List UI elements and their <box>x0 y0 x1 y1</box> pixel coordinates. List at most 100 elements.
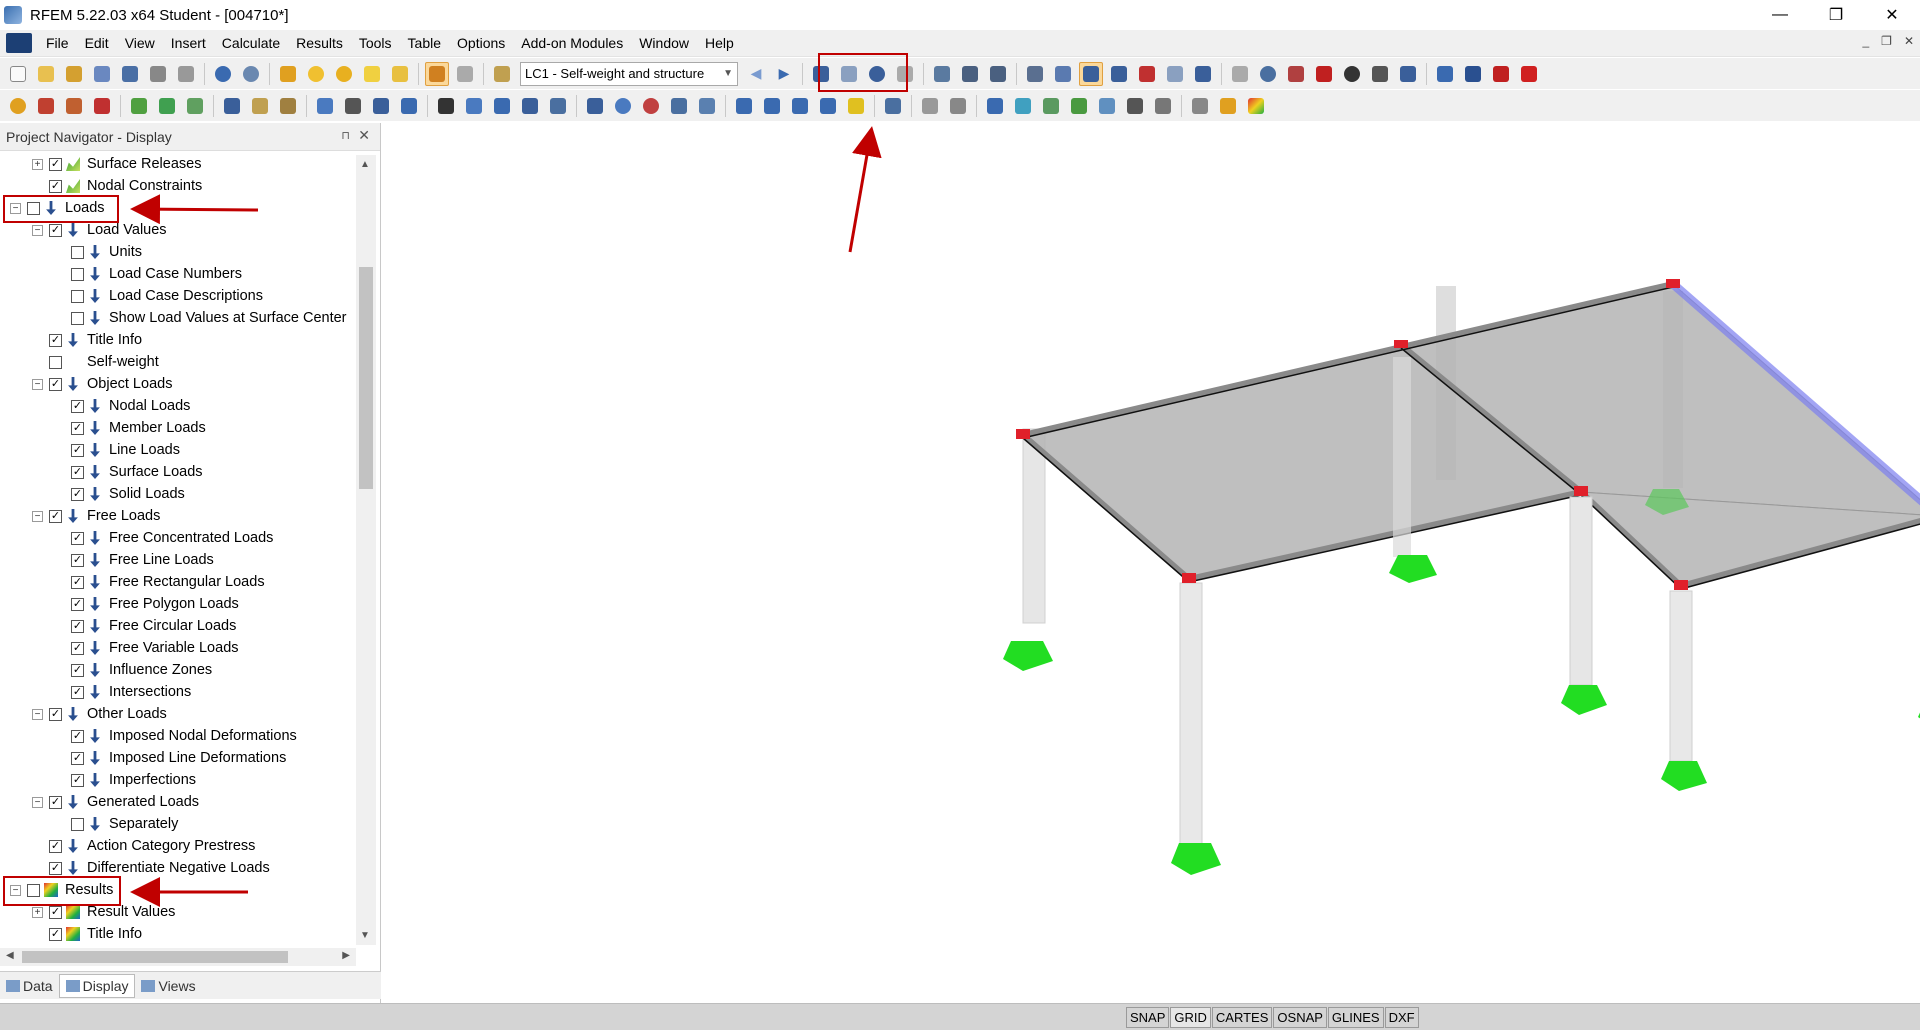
solid-model-icon[interactable] <box>946 94 970 118</box>
tree-item[interactable]: ✓ Imposed Line Deformations <box>54 747 286 769</box>
cross-section-icon[interactable] <box>313 94 337 118</box>
save-icon[interactable] <box>118 62 142 86</box>
select-icon[interactable] <box>360 62 384 86</box>
tree-checkbox[interactable]: ✓ <box>71 751 84 765</box>
member-display-icon[interactable] <box>1067 94 1091 118</box>
member-load-icon[interactable] <box>248 94 272 118</box>
view-3d-icon[interactable] <box>667 94 691 118</box>
tree-item[interactable]: ✓ Free Polygon Loads <box>54 593 239 615</box>
menu-edit[interactable]: Edit <box>77 35 117 51</box>
tree-checkbox[interactable]: ✓ <box>49 157 62 171</box>
tree-item[interactable]: ✓ Member Loads <box>54 417 206 439</box>
line-wireframe-icon[interactable] <box>918 94 942 118</box>
view-x-icon[interactable] <box>732 94 756 118</box>
tree-checkbox[interactable]: ✓ <box>49 509 62 523</box>
menu-file[interactable]: File <box>38 35 77 51</box>
color-scale-icon[interactable] <box>1244 94 1268 118</box>
scrollbar-thumb[interactable] <box>359 267 373 489</box>
status-osnap-button[interactable]: OSNAP <box>1273 1007 1327 1028</box>
copy-icon[interactable] <box>462 94 486 118</box>
collapse-icon[interactable]: − <box>32 796 43 808</box>
zoom-all-icon[interactable] <box>583 94 607 118</box>
tree-checkbox[interactable]: ✓ <box>71 729 84 743</box>
rfem-logo-icon[interactable] <box>6 33 32 53</box>
grid-view-icon[interactable] <box>1151 94 1175 118</box>
close-icon[interactable]: ✕ <box>358 127 370 144</box>
scrollbar-thumb[interactable] <box>22 951 288 963</box>
scroll-right-icon[interactable]: ▶ <box>342 950 350 961</box>
next-load-case-icon[interactable]: ▶ <box>772 62 796 86</box>
tree-item[interactable]: ✓ Free Rectangular Loads <box>54 571 265 593</box>
collapse-icon[interactable]: − <box>32 510 43 522</box>
tree-item[interactable]: ✓ Intersections <box>54 681 191 703</box>
pdf-icon[interactable] <box>1517 62 1541 86</box>
open-model-icon[interactable] <box>62 62 86 86</box>
tree-item[interactable]: ✓ Imperfections <box>54 769 196 791</box>
tree-item[interactable]: ✓ Nodal Loads <box>54 395 190 417</box>
tree-item[interactable]: ✓ Free Circular Loads <box>54 615 236 637</box>
ruler-icon[interactable] <box>844 94 868 118</box>
menu-insert[interactable]: Insert <box>163 35 214 51</box>
open-file-icon[interactable] <box>34 62 58 86</box>
block-manager-icon[interactable] <box>90 62 114 86</box>
rotate-icon[interactable] <box>1256 62 1280 86</box>
collapse-icon[interactable]: − <box>32 708 43 720</box>
tree-item[interactable]: ✓ Solid Loads <box>54 483 185 505</box>
zoom-icon[interactable] <box>639 94 663 118</box>
scale-icon[interactable] <box>518 94 542 118</box>
redo-icon[interactable] <box>239 62 263 86</box>
tree-item[interactable]: Show Load Values at Surface Center <box>54 307 347 329</box>
menu-view[interactable]: View <box>117 35 163 51</box>
collapse-icon[interactable]: − <box>32 378 43 390</box>
tree-item[interactable]: ✓ Line Loads <box>54 439 180 461</box>
tree-item[interactable]: ✓ Imposed Nodal Deformations <box>54 725 297 747</box>
section-icon[interactable] <box>1135 62 1159 86</box>
tree-checkbox[interactable]: ✓ <box>49 707 62 721</box>
status-snap-button[interactable]: SNAP <box>1126 1007 1170 1028</box>
tree-item[interactable]: ✓ Free Concentrated Loads <box>54 527 273 549</box>
tree-item[interactable]: ✓ Action Category Prestress <box>32 835 255 857</box>
tree-item[interactable]: ✓ Nodal Constraints <box>32 175 202 197</box>
tree-item[interactable]: + ✓ Surface Releases <box>32 155 201 175</box>
tree-checkbox[interactable]: ✓ <box>71 531 84 545</box>
undo-icon[interactable] <box>211 62 235 86</box>
tree-checkbox[interactable]: ✓ <box>71 399 84 413</box>
tree-checkbox[interactable]: ✓ <box>71 663 84 677</box>
tree-checkbox[interactable]: ✓ <box>71 619 84 633</box>
member-icon[interactable] <box>62 94 86 118</box>
view-y-icon[interactable] <box>760 94 784 118</box>
tree-checkbox[interactable]: ✓ <box>71 773 84 787</box>
tree-checkbox[interactable]: ✓ <box>71 465 84 479</box>
support-icon[interactable] <box>90 94 114 118</box>
tree-item[interactable]: − ✓ Other Loads <box>32 703 167 725</box>
link-icon[interactable] <box>1228 62 1252 86</box>
tree-checkbox[interactable]: ✓ <box>71 575 84 589</box>
tree-item[interactable]: Separately <box>54 813 178 835</box>
member-results-icon[interactable] <box>958 62 982 86</box>
tree-checkbox[interactable]: ✓ <box>71 641 84 655</box>
tree-item[interactable]: Self-weight <box>32 351 159 373</box>
mdi-restore-button[interactable]: ❐ <box>1881 34 1892 48</box>
surface-support-icon[interactable] <box>155 94 179 118</box>
tree-item[interactable]: ✓ Influence Zones <box>54 659 212 681</box>
tree-checkbox[interactable] <box>71 289 84 303</box>
import-icon[interactable] <box>1461 62 1485 86</box>
tree-checkbox[interactable]: ✓ <box>49 795 62 809</box>
material-icon[interactable] <box>341 94 365 118</box>
view-cube-icon[interactable] <box>397 94 421 118</box>
expand-icon[interactable]: + <box>32 906 43 918</box>
mdi-close-button[interactable]: ✕ <box>1904 34 1914 48</box>
table-toggle-icon[interactable] <box>453 62 477 86</box>
status-dxf-button[interactable]: DXF <box>1384 1007 1419 1028</box>
status-cartes-button[interactable]: CARTES <box>1211 1007 1273 1028</box>
expand-icon[interactable]: + <box>32 158 43 170</box>
status-glines-button[interactable]: GLINES <box>1327 1007 1384 1028</box>
previous-load-case-icon[interactable]: ◀ <box>744 62 768 86</box>
gear-icon[interactable] <box>1340 62 1364 86</box>
target-icon[interactable] <box>332 62 356 86</box>
navigator-toggle-icon[interactable] <box>425 61 449 86</box>
vertical-scrollbar[interactable]: ▲ ▼ <box>356 155 376 945</box>
tree-checkbox[interactable]: ✓ <box>49 905 62 919</box>
find-icon[interactable] <box>304 62 328 86</box>
menu-results[interactable]: Results <box>288 35 351 51</box>
